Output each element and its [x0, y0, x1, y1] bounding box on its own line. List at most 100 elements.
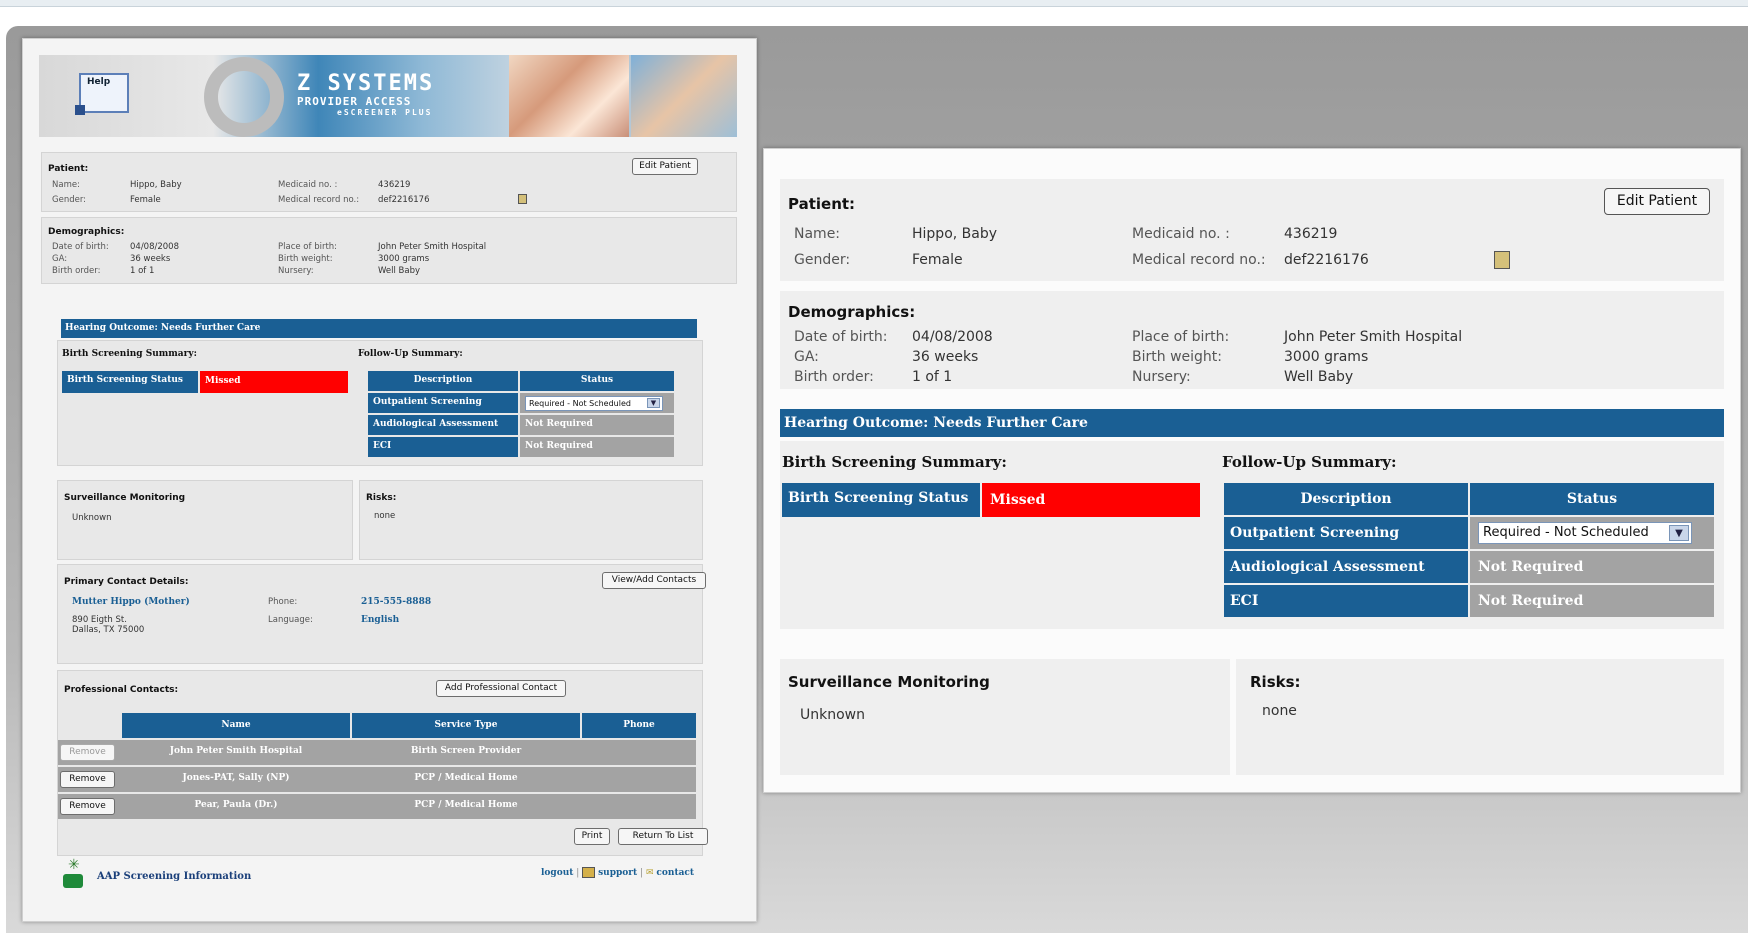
followup-row-description: Outpatient Screening: [368, 393, 518, 413]
pob-value: John Peter Smith Hospital: [378, 242, 487, 252]
brand-logo: Z SYSTEMS PROVIDER ACCESS eSCREENER PLUS: [297, 71, 435, 118]
header-photo-baby-doctor: [509, 55, 629, 137]
surveillance-value: Unknown: [72, 513, 112, 523]
contact-name: John Peter Smith Hospital: [169, 746, 303, 756]
zoom-patient-label: Patient:: [788, 195, 856, 213]
zoom-risks-value: none: [1262, 703, 1297, 719]
zoom-gender-value: Female: [912, 252, 963, 268]
dob-key: Date of birth:: [52, 242, 109, 252]
risks-label: Risks:: [366, 493, 397, 503]
logo-brand: Z SYSTEMS: [297, 71, 435, 96]
zoom-outpatient-status-select[interactable]: Required - Not Scheduled ▼: [1478, 522, 1692, 544]
help-label: Help: [87, 77, 111, 87]
zoomed-screenshot: Patient: Edit Patient Name: Hippo, Baby …: [763, 148, 1741, 793]
birth-order-value: 1 of 1: [130, 266, 155, 276]
zoom-mrn-value: def2216176: [1284, 252, 1369, 268]
zoom-pob-key: Place of birth:: [1132, 329, 1230, 345]
zoom-nursery-key: Nursery:: [1132, 369, 1191, 385]
zoom-birth-screening-status-key: Birth Screening Status: [782, 483, 980, 517]
contact-name: Jones-PAT, Sally (NP): [182, 773, 290, 783]
surveillance-label: Surveillance Monitoring: [64, 493, 186, 503]
primary-contact-panel: Primary Contact Details: View/Add Contac…: [57, 564, 706, 664]
risks-panel: Risks: none: [359, 480, 703, 560]
help-button[interactable]: Help: [79, 73, 129, 113]
followup-row-status: Not Required: [520, 415, 674, 435]
zoom-gender-key: Gender:: [794, 252, 851, 268]
outpatient-status-select[interactable]: Required - Not Scheduled ▼: [525, 396, 663, 411]
return-to-list-button[interactable]: Return To List: [618, 828, 708, 845]
zoom-ga-value: 36 weeks: [912, 349, 979, 365]
phone-value: 215-555-8888: [361, 597, 432, 607]
zoom-chevron-down-icon[interactable]: ▼: [1669, 525, 1689, 541]
ga-value: 36 weeks: [130, 254, 171, 264]
birth-weight-key: Birth weight:: [278, 254, 333, 264]
zoom-mrn-key: Medical record no.:: [1132, 252, 1266, 268]
professional-contacts-panel: Professional Contacts: Add Professional …: [57, 670, 708, 856]
aap-screening-info-link[interactable]: AAP Screening Information: [97, 871, 251, 882]
contact-service: Birth Screen Provider: [410, 746, 522, 756]
ga-key: GA:: [52, 254, 68, 264]
zoom-demographics-panel: Demographics: Date of birth: 04/08/2008 …: [780, 291, 1724, 389]
mrn-key: Medical record no.:: [278, 195, 360, 205]
surveillance-panel: Surveillance Monitoring Unknown: [57, 480, 353, 560]
envelope-icon: ✉: [646, 868, 654, 878]
chevron-down-icon[interactable]: ▼: [647, 398, 660, 408]
contacts-col-service: Service Type: [352, 713, 580, 738]
zoom-pob-value: John Peter Smith Hospital: [1284, 329, 1463, 345]
medicaid-key: Medicaid no. :: [278, 180, 338, 190]
contacts-col-name: Name: [122, 713, 350, 738]
remove-button[interactable]: Remove: [60, 771, 115, 788]
zoom-name-key: Name:: [794, 226, 841, 242]
logo-sub: PROVIDER ACCESS: [297, 95, 412, 108]
followup-row-status: Not Required: [520, 437, 674, 457]
patient-panel: Patient: Edit Patient Name: Hippo, Baby …: [41, 152, 737, 212]
zoom-follow-up-summary-label: Follow-Up Summary:: [1222, 453, 1397, 471]
footer-separator: |: [576, 868, 580, 878]
address-line1: 890 Eigth St.: [72, 615, 127, 625]
followup-row-description: Audiological Assessment: [368, 415, 518, 435]
zoom-followup-row-status: Not Required: [1470, 585, 1714, 617]
view-add-contacts-button[interactable]: View/Add Contacts: [602, 572, 706, 589]
support-link[interactable]: support: [598, 868, 637, 878]
zoom-dob-value: 04/08/2008: [912, 329, 993, 345]
zoom-edit-patient-button[interactable]: Edit Patient: [1604, 188, 1710, 215]
gender-value: Female: [130, 195, 161, 205]
zoom-medicaid-value: 436219: [1284, 226, 1338, 242]
language-key: Language:: [268, 615, 313, 625]
calendar-icon[interactable]: [518, 194, 527, 204]
pob-key: Place of birth:: [278, 242, 338, 252]
zoom-risks-panel: Risks: none: [1236, 659, 1724, 775]
zoom-calendar-icon[interactable]: [1494, 251, 1510, 269]
nursery-key: Nursery:: [278, 266, 314, 276]
outpatient-status-selected: Required - Not Scheduled: [529, 399, 631, 408]
footer-links: logout | support | ✉ contact: [541, 867, 694, 878]
primary-contact-name[interactable]: Mutter Hippo (Mother): [72, 597, 190, 607]
zoom-followup-col-status: Status: [1470, 483, 1714, 515]
zoom-risks-label: Risks:: [1250, 673, 1301, 691]
mrn-value: def2216176: [378, 195, 430, 205]
logout-link[interactable]: logout: [541, 868, 573, 878]
hearing-outcome-bar: Hearing Outcome: Needs Further Care: [61, 319, 697, 338]
edit-patient-button[interactable]: Edit Patient: [632, 158, 698, 175]
app-header-banner: Help Z SYSTEMS PROVIDER ACCESS eSCREENER…: [39, 55, 737, 137]
zoom-birth-order-key: Birth order:: [794, 369, 874, 385]
followup-col-status: Status: [520, 371, 674, 391]
print-button[interactable]: Print: [574, 828, 610, 845]
zoom-ga-key: GA:: [794, 349, 819, 365]
contact-link[interactable]: contact: [656, 868, 694, 878]
remove-button[interactable]: Remove: [60, 798, 115, 815]
zoom-medicaid-key: Medicaid no. :: [1132, 226, 1230, 242]
zoom-name-value: Hippo, Baby: [912, 226, 998, 242]
header-photo-nurse: [631, 55, 737, 137]
followup-row-status-cell: Required - Not Scheduled ▼: [520, 393, 674, 413]
zoom-followup-row-description: Outpatient Screening: [1224, 517, 1468, 549]
remove-button-disabled[interactable]: Remove: [60, 744, 115, 761]
aap-logo-icon: ✳: [63, 857, 83, 893]
birth-order-key: Birth order:: [52, 266, 101, 276]
contacts-col-phone: Phone: [582, 713, 696, 738]
demographics-panel: Demographics: Date of birth: 04/08/2008 …: [41, 217, 737, 284]
zoom-followup-col-description: Description: [1224, 483, 1468, 515]
zoom-demographics-label: Demographics:: [788, 303, 916, 321]
add-professional-contact-button[interactable]: Add Professional Contact: [436, 680, 566, 697]
address-line2: Dallas, TX 75000: [72, 625, 145, 635]
